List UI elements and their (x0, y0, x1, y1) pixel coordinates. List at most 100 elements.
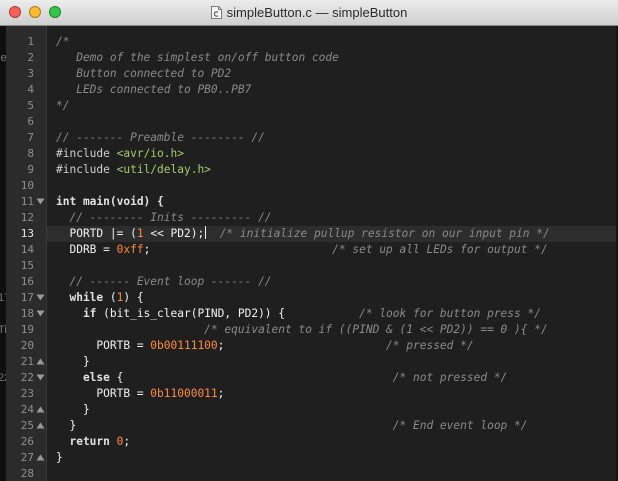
code-line[interactable]: } /* End event loop */ (56, 418, 528, 434)
code-line[interactable]: #include <avr/io.h> (56, 146, 184, 162)
fold-open-triangle-icon[interactable] (36, 197, 45, 206)
close-window-button[interactable] (9, 6, 21, 18)
line-number: 13 (20, 227, 34, 240)
code-line[interactable]: } (56, 354, 90, 370)
gutter-row[interactable]: 9 (6, 162, 47, 178)
gutter-row[interactable]: 28 (6, 466, 47, 481)
code-line[interactable]: // ------ Event loop ------ // (56, 274, 271, 290)
code-line[interactable]: Demo of the simplest on/off button code (56, 50, 339, 66)
c-source-file-icon[interactable] (210, 6, 222, 19)
minimize-window-button[interactable] (29, 6, 41, 18)
code-token-comment: /* pressed */ (386, 339, 474, 352)
code-line[interactable]: Button connected to PD2 (56, 66, 231, 82)
zoom-window-button[interactable] (49, 6, 61, 18)
gutter-row[interactable]: 24 (6, 402, 47, 418)
code-line[interactable]: PORTD |= (1 << PD2); /* initialize pullu… (56, 226, 550, 242)
gutter-row[interactable]: 5 (6, 98, 47, 114)
gutter-row[interactable]: 11 (6, 194, 47, 210)
line-number: 5 (27, 99, 34, 112)
code-line[interactable]: PORTB = 0b00111100; /* pressed */ (56, 338, 474, 354)
gutter-row[interactable]: 10 (6, 178, 47, 194)
gutter-row[interactable]: 21 (6, 354, 47, 370)
code-text-area[interactable]: /* Demo of the simplest on/off button co… (47, 26, 618, 481)
gutter-row[interactable]: 4 (6, 82, 47, 98)
gutter-row[interactable]: 16 (6, 274, 47, 290)
line-number-gutter[interactable]: 1 2 3 4 5 6 7 8 9 10 11 12 13 14 15 16 17 18 19 20 21 22 23 24 2… (6, 26, 47, 481)
code-token-comment: /* set up all LEDs for output */ (332, 243, 548, 256)
fold-close-triangle-icon[interactable] (36, 453, 45, 462)
line-number: 28 (20, 467, 34, 480)
line-number: 1 (27, 35, 34, 48)
line-number: 8 (27, 147, 34, 160)
code-line[interactable]: } (56, 450, 63, 466)
code-line[interactable]: if (bit_is_clear(PIND, PD2)) { /* look f… (56, 306, 541, 322)
gutter-row[interactable]: 6 (6, 114, 47, 130)
code-token-plain: ; (143, 243, 333, 256)
code-line[interactable]: /* (56, 34, 69, 50)
code-token-preproc: #include (56, 163, 117, 176)
code-line[interactable]: */ (56, 98, 69, 114)
gutter-row[interactable]: 14 (6, 242, 47, 258)
line-number: 17 (20, 291, 34, 304)
fold-open-triangle-icon[interactable] (36, 309, 45, 318)
gutter-row[interactable]: 15 (6, 258, 47, 274)
gutter-row[interactable]: 1 (6, 34, 47, 50)
fold-open-triangle-icon[interactable] (36, 373, 45, 382)
code-line[interactable]: LEDs connected to PB0..PB7 (56, 82, 251, 98)
code-line[interactable]: #include <util/delay.h> (56, 162, 211, 178)
gutter-row[interactable]: 7 (6, 130, 47, 146)
gutter-row[interactable]: 27 (6, 450, 47, 466)
code-token-number: 0b11000011 (150, 387, 218, 400)
fold-open-triangle-icon[interactable] (36, 293, 45, 302)
code-line[interactable]: DDRB = 0xff; /* set up all LEDs for outp… (56, 242, 548, 258)
code-editor[interactable]: le 17 Ti 22 1234567891011121314151617181… (0, 26, 618, 481)
gutter-row[interactable]: 25 (6, 418, 47, 434)
code-token-number: 0b00111100 (150, 339, 218, 352)
code-token-comment: */ (56, 99, 70, 112)
fold-close-triangle-icon[interactable] (36, 405, 45, 414)
title-bar[interactable]: simpleButton.c — simpleButton (0, 0, 618, 26)
gutter-row[interactable]: 8 (6, 146, 47, 162)
fold-close-triangle-icon[interactable] (36, 357, 45, 366)
line-number: 15 (20, 259, 34, 272)
line-number: 23 (20, 387, 34, 400)
code-token-keyword: if (56, 307, 97, 320)
code-line[interactable]: int main(void) { (56, 194, 164, 210)
line-number: 12 (20, 211, 34, 224)
line-number: 19 (20, 323, 34, 336)
gutter-row[interactable]: 13 (6, 226, 47, 242)
code-token-include: <util/delay.h> (116, 163, 211, 176)
gutter-row[interactable]: 18 (6, 306, 47, 322)
code-token-plain: DDRB = (56, 243, 117, 256)
gutter-row[interactable]: 17 (6, 290, 47, 306)
code-token-comment: /* initialize pullup resistor on our inp… (219, 227, 550, 240)
line-number: 10 (20, 179, 34, 192)
code-line[interactable]: else { /* not pressed */ (56, 370, 507, 386)
code-line[interactable]: while (1) { (56, 290, 143, 306)
code-line[interactable]: // ------- Preamble -------- // (56, 130, 265, 146)
line-number: 16 (20, 275, 34, 288)
gutter-row[interactable]: 19 (6, 322, 47, 338)
code-line[interactable]: /* equivalent to if ((PIND & (1 << PD2))… (56, 322, 548, 338)
code-line[interactable]: PORTB = 0b11000011; (56, 386, 224, 402)
code-line[interactable]: } (56, 402, 90, 418)
gutter-row[interactable]: 23 (6, 386, 47, 402)
line-number: 21 (20, 355, 34, 368)
gutter-row[interactable]: 20 (6, 338, 47, 354)
line-number: 26 (20, 435, 34, 448)
line-number: 6 (27, 115, 34, 128)
fold-close-triangle-icon[interactable] (36, 421, 45, 430)
gutter-row[interactable]: 12 (6, 210, 47, 226)
gutter-row[interactable]: 2 (6, 50, 47, 66)
code-line[interactable]: // -------- Inits --------- // (56, 210, 272, 226)
gutter-row[interactable]: 3 (6, 66, 47, 82)
line-number: 27 (20, 451, 34, 464)
code-token-comment: /* End event loop */ (392, 419, 528, 432)
code-token-comment: // -------- Inits --------- // (56, 211, 272, 224)
code-token-plain: { (109, 371, 393, 384)
gutter-row[interactable]: 22 (6, 370, 47, 386)
code-line[interactable]: return 0; (56, 434, 130, 450)
code-token-plain: ( (103, 291, 117, 304)
gutter-row[interactable]: 26 (6, 434, 47, 450)
